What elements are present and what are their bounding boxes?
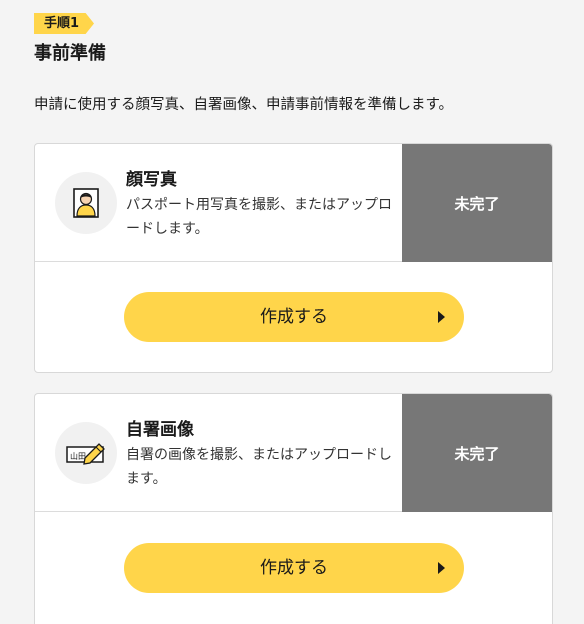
face-photo-icon [55, 172, 117, 234]
card-title: 顔写真 [126, 170, 177, 190]
play-arrow-icon [438, 562, 445, 574]
face-photo-card: 顔写真 パスポート用写真を撮影、またはアップロードします。 未完了 作成する [34, 143, 553, 373]
card-description: 自署の画像を撮影、またはアップロードします。 [126, 447, 392, 487]
play-arrow-icon [438, 311, 445, 323]
card-header: 顔写真 パスポート用写真を撮影、またはアップロードします。 未完了 [35, 144, 552, 262]
status-badge: 未完了 [402, 144, 552, 262]
signature-icon: 山田 [55, 422, 117, 484]
create-face-photo-button[interactable]: 作成する [124, 292, 464, 342]
button-label: 作成する [260, 307, 328, 327]
signature-card: 山田 自署画像 自署の画像を撮影、またはアップロードします。 未完了 作成する [34, 393, 553, 624]
intro-text: 申請に使用する顔写真、自署画像、申請事前情報を準備します。 [34, 97, 454, 113]
status-badge: 未完了 [402, 394, 552, 512]
create-signature-button[interactable]: 作成する [124, 543, 464, 593]
card-title: 自署画像 [126, 420, 194, 440]
svg-text:山田: 山田 [70, 451, 86, 461]
page-title: 事前準備 [34, 43, 106, 64]
step-badge: 手順1 [34, 13, 94, 34]
card-description: パスポート用写真を撮影、またはアップロードします。 [126, 197, 392, 237]
button-label: 作成する [260, 558, 328, 578]
card-header: 山田 自署画像 自署の画像を撮影、またはアップロードします。 未完了 [35, 394, 552, 512]
